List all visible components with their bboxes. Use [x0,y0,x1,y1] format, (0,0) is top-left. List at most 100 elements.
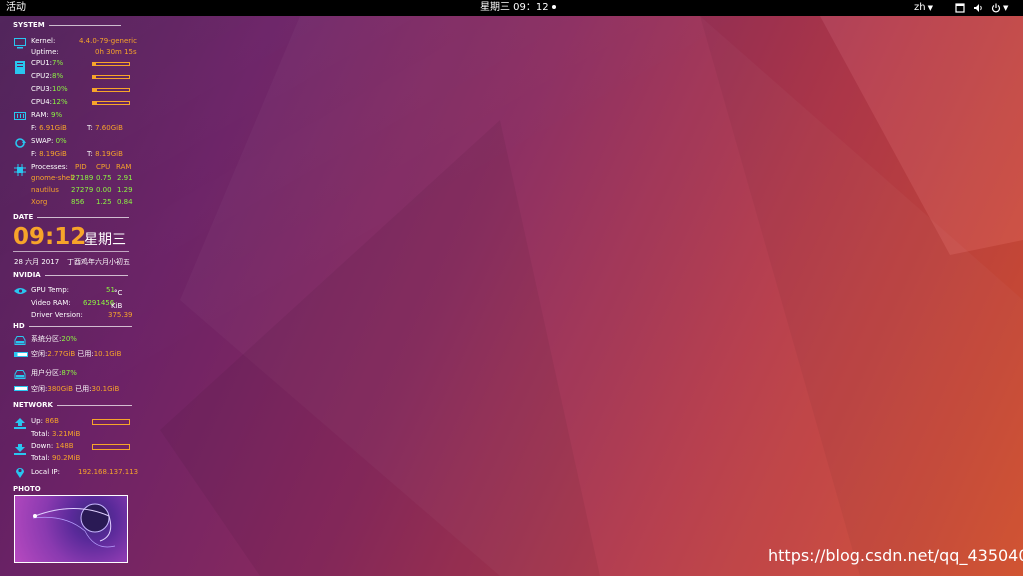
swap-total-label: T: [87,150,93,158]
swap-total-row: T: 8.19GiB [87,150,123,159]
chevron-down-icon[interactable]: ▼ [1003,0,1008,16]
up-value: 86B [45,417,59,425]
swap-free-row: F: 8.19GiB [31,150,67,159]
vram-unit: KiB [111,302,123,310]
processes-label: Processes: [31,163,68,171]
chevron-down-icon: ▼ [927,4,933,12]
upload-icon [14,418,26,429]
section-title: PHOTO [13,485,41,493]
language-label: zh [914,2,926,13]
cpu-usage-bar [92,88,130,92]
sys-free-value: 2.77GiB [47,350,76,358]
uptime-label: Uptime: [31,48,59,56]
section-photo-header: PHOTO [13,485,41,493]
system-partition-value: 20% [61,335,77,343]
user-used-label: 已用: [75,385,92,393]
monitor-icon [14,38,26,49]
cpu-row: CPU2:8% [31,72,63,81]
proc-header-cpu: CPU [96,163,111,171]
clock-text: 星期三 09：12 [480,2,549,13]
down-total-value: 90.2MiB [51,454,81,462]
hard-drive-icon [14,370,26,379]
cpu-row: CPU1:7% [31,59,63,68]
ram-value: 9% [51,111,63,119]
window-icon[interactable] [955,3,965,13]
down-label: Down: [31,442,54,450]
system-partition-usage: 空闲:2.77GiB 已用:10.1GiB [31,350,121,359]
kernel-label: Kernel: [31,37,56,45]
vram-value: 6291456 [83,299,115,307]
section-title: NETWORK [13,401,53,409]
swap-label: SWAP: [31,137,54,145]
ram-row: RAM: 9% [31,111,62,120]
download-row: Down: 148B [31,442,74,451]
cpu-label: CPU2: [31,72,53,80]
photo-thumbnail [14,495,128,563]
up-total-value: 3.21MiB [51,430,81,438]
cpu-value: 10% [52,85,68,93]
cpu-usage-bar [92,62,130,66]
proc-pid: 27189 [71,174,94,182]
driver-label: Driver Version: [31,311,83,319]
section-title: DATE [13,213,34,221]
kernel-value: 4.4.0-79-generic [79,37,137,45]
section-title: NVIDIA [13,271,41,279]
sys-used-label: 已用: [77,350,94,358]
power-icon[interactable] [991,3,1001,13]
up-total-label: Total: [31,430,50,438]
gpu-temp-unit: °C [114,289,123,297]
volume-icon[interactable] [973,3,983,13]
section-network-header: NETWORK [13,401,132,409]
top-bar: 活动 星期三 09：12 zh ▼ ▼ [0,0,1023,16]
user-free-label: 空闲: [31,385,48,393]
swap-free-value: 8.19GiB [39,150,67,158]
ram-total-row: T: 7.60GiB [87,124,123,133]
notification-dot-icon [551,5,556,9]
section-system-header: SYSTEM [13,21,121,29]
proc-header-ram: RAM [116,163,132,171]
watermark-text: https://blog.csdn.net/qq_43504064 [768,546,1023,565]
upload-graph [92,419,130,425]
nvidia-icon [14,288,27,294]
partition-bar-icon [14,386,28,391]
proc-pid: 856 [71,198,85,206]
download-graph [92,444,130,450]
proc-pid: 27279 [71,186,94,194]
proc-name: nautilus [31,186,59,194]
partition-bar-icon [14,352,28,357]
system-partition-label: 系统分区: [31,335,62,343]
clock-button[interactable]: 星期三 09：12 [480,0,556,16]
ram-total-value: 7.60GiB [95,124,123,132]
proc-header-pid: PID [75,163,87,171]
swap-total-value: 8.19GiB [95,150,123,158]
lunar-date: 丁酉鸡年六月小初五 [67,258,130,266]
cpu-row: CPU3:10% [31,85,68,94]
sys-used-value: 10.1GiB [93,350,122,358]
uptime-value: 0h 30m 15s [95,48,137,56]
user-partition-value: 87% [61,369,77,377]
photo-image [32,503,116,548]
local-ip-value: 192.168.137.113 [78,468,139,476]
section-title: HD [13,322,25,330]
up-label: Up: [31,417,43,425]
gpu-temp-label: GPU Temp: [31,286,70,294]
location-pin-icon [16,468,24,478]
section-date-header: DATE [13,213,130,221]
down-total-label: Total: [31,454,50,462]
input-language-button[interactable]: zh ▼ [914,0,933,16]
cpu-icon [15,61,25,74]
cpu-row: CPU4:12% [31,98,68,107]
cpu-value: 8% [52,72,64,80]
cpu-value: 12% [52,98,68,106]
ram-free-value: 6.91GiB [39,124,67,132]
hard-drive-icon [14,336,26,345]
ram-total-label: T: [87,124,93,132]
download-total-row: Total: 90.2MiB [31,454,80,463]
date-time: 09:12 [13,224,87,250]
activities-button[interactable]: 活动 [6,0,26,16]
down-value: 148B [55,442,74,450]
processes-icon [14,164,26,176]
user-used-value: 30.1GiB [91,385,120,393]
cpu-label: CPU3: [31,85,53,93]
cpu-usage-bar [92,75,130,79]
